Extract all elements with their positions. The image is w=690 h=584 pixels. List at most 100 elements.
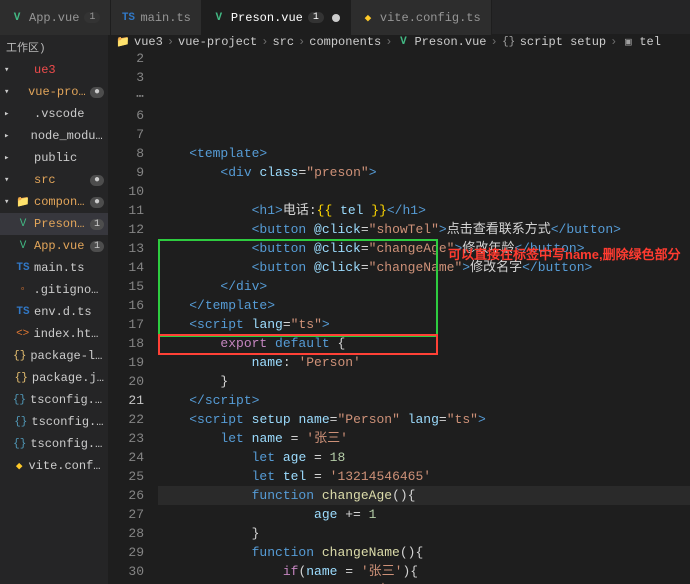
code-editor[interactable]: 23⋯6789101112131415161718192021222324252… xyxy=(108,49,690,584)
code-line[interactable]: <h1>电话:{{ tel }}</h1> xyxy=(158,201,690,220)
code-line[interactable]: </script> xyxy=(158,391,690,410)
code-area[interactable]: 可以直接在标签中写name,删除绿色部分 <template> <div cla… xyxy=(158,49,690,584)
code-line[interactable]: <script lang="ts"> xyxy=(158,315,690,334)
code-line[interactable]: let name = '张三' xyxy=(158,429,690,448)
tab-label: main.ts xyxy=(140,11,190,25)
breadcrumb-item[interactable]: src xyxy=(272,35,294,49)
code-line[interactable]: <template> xyxy=(158,144,690,163)
file-icon: TS xyxy=(121,11,135,25)
file-icon: TS xyxy=(16,306,30,318)
tree-item[interactable]: <>index.html xyxy=(0,323,108,345)
file-name: env.d.ts xyxy=(34,305,92,319)
file-name: Preson… xyxy=(34,217,84,231)
file-name: vue-project xyxy=(28,85,86,99)
code-line[interactable]: function changeName(){ xyxy=(158,543,690,562)
file-name: tsconfig.app.json xyxy=(30,393,104,407)
breadcrumb-item[interactable]: Preson.vue xyxy=(414,35,486,49)
tree-item[interactable]: ▾📁compon…● xyxy=(0,191,108,213)
chevron-right-icon: › xyxy=(298,35,305,49)
tree-item[interactable]: {} package-lock.js… xyxy=(0,345,108,367)
file-name: node_modules xyxy=(31,129,104,143)
tree-item[interactable]: ▸ public xyxy=(0,147,108,169)
tab-Preson-vue[interactable]: VPreson.vue1 xyxy=(202,0,351,35)
line-number: 29 xyxy=(108,543,144,562)
code-line[interactable]: <button @click="showTel">点击查看联系方式</butto… xyxy=(158,220,690,239)
tree-item[interactable]: {}tsconfig.node.j… xyxy=(0,433,108,455)
code-line[interactable]: if(name = '张三'){ xyxy=(158,562,690,581)
file-icon: 📁 xyxy=(16,195,30,209)
file-name: .gitignore xyxy=(34,283,104,297)
code-line[interactable] xyxy=(158,182,690,201)
chevron-icon: ▸ xyxy=(4,109,12,119)
tree-item[interactable]: {}package.json xyxy=(0,367,108,389)
dirty-indicator-icon xyxy=(332,14,340,22)
file-icon: V xyxy=(16,240,30,252)
breadcrumb-item[interactable]: components xyxy=(309,35,381,49)
line-number: 3 xyxy=(108,68,144,87)
code-line[interactable]: } xyxy=(158,524,690,543)
tree-item[interactable]: ◆vite.config.ts xyxy=(0,455,108,477)
code-line[interactable]: age += 1 xyxy=(158,505,690,524)
line-number: 15 xyxy=(108,277,144,296)
code-line[interactable]: </div> xyxy=(158,277,690,296)
tree-item[interactable]: ▸ node_modules xyxy=(0,125,108,147)
tree-item[interactable]: ▾vue-project● xyxy=(0,81,108,103)
breadcrumb-item[interactable]: vue3 xyxy=(134,35,163,49)
line-number: 21 xyxy=(108,391,144,410)
tree-item[interactable]: VPreson…1 xyxy=(0,213,108,235)
file-icon: {} xyxy=(13,394,26,406)
line-number: 12 xyxy=(108,220,144,239)
line-number: 11 xyxy=(108,201,144,220)
file-icon: {} xyxy=(13,438,26,450)
code-line[interactable]: } xyxy=(158,372,690,391)
code-line[interactable]: export default { xyxy=(158,334,690,353)
file-name: package-lock.js… xyxy=(30,349,104,363)
chevron-icon: ▸ xyxy=(4,153,12,163)
tab-vite-config-ts[interactable]: ◆vite.config.ts xyxy=(351,0,492,35)
file-name: ue3 xyxy=(34,63,56,77)
file-name: public xyxy=(34,151,77,165)
line-number: 6 xyxy=(108,106,144,125)
file-icon: TS xyxy=(16,262,30,274)
code-line[interactable]: function changeAge(){ xyxy=(158,486,690,505)
chevron-right-icon: › xyxy=(610,35,617,49)
file-name: vite.config.ts xyxy=(28,459,104,473)
git-badge: 1 xyxy=(90,241,104,252)
file-icon: {} xyxy=(13,350,26,362)
tree-item[interactable]: VApp.vue1 xyxy=(0,235,108,257)
code-line[interactable]: name: 'Person' xyxy=(158,353,690,372)
chevron-right-icon: › xyxy=(385,35,392,49)
file-icon: ◆ xyxy=(361,11,375,25)
tab-label: App.vue xyxy=(29,11,79,25)
chevron-icon: ▾ xyxy=(4,65,12,75)
tree-item[interactable]: TSmain.ts xyxy=(0,257,108,279)
file-name: tsconfig.json xyxy=(31,415,104,429)
tree-item[interactable]: ▾ ue3 xyxy=(0,59,108,81)
breadcrumb-item[interactable]: vue-project xyxy=(178,35,257,49)
tree-item[interactable]: ◦ .gitignore xyxy=(0,279,108,301)
tree-item[interactable]: {} tsconfig.app.json xyxy=(0,389,108,411)
tab-App-vue[interactable]: VApp.vue1 xyxy=(0,0,111,35)
breadcrumbs[interactable]: 📁vue3›vue-project›src›components›VPreson… xyxy=(108,35,690,49)
sidebar-header: 工作区) xyxy=(0,35,108,59)
line-number: 17 xyxy=(108,315,144,334)
file-icon: ◦ xyxy=(16,284,30,296)
breadcrumb-item[interactable]: script setup xyxy=(520,35,606,49)
file-name: src xyxy=(34,173,56,187)
tree-item[interactable]: TS env.d.ts xyxy=(0,301,108,323)
chevron-icon: ▸ xyxy=(4,131,11,141)
code-line[interactable]: let tel = '13214546465' xyxy=(158,467,690,486)
code-line[interactable]: </template> xyxy=(158,296,690,315)
code-line[interactable]: <script setup name="Person" lang="ts"> xyxy=(158,410,690,429)
tree-item[interactable]: {}tsconfig.json xyxy=(0,411,108,433)
line-number: 27 xyxy=(108,505,144,524)
tree-item[interactable]: ▾src● xyxy=(0,169,108,191)
line-number: 23 xyxy=(108,429,144,448)
tree-item[interactable]: ▸.vscode xyxy=(0,103,108,125)
file-icon: V xyxy=(10,11,24,25)
code-line[interactable]: let age = 18 xyxy=(158,448,690,467)
file-name: package.json xyxy=(32,371,104,385)
code-line[interactable]: <div class="preson"> xyxy=(158,163,690,182)
breadcrumb-item[interactable]: tel xyxy=(639,35,661,49)
tab-main-ts[interactable]: TS main.ts xyxy=(111,0,201,35)
